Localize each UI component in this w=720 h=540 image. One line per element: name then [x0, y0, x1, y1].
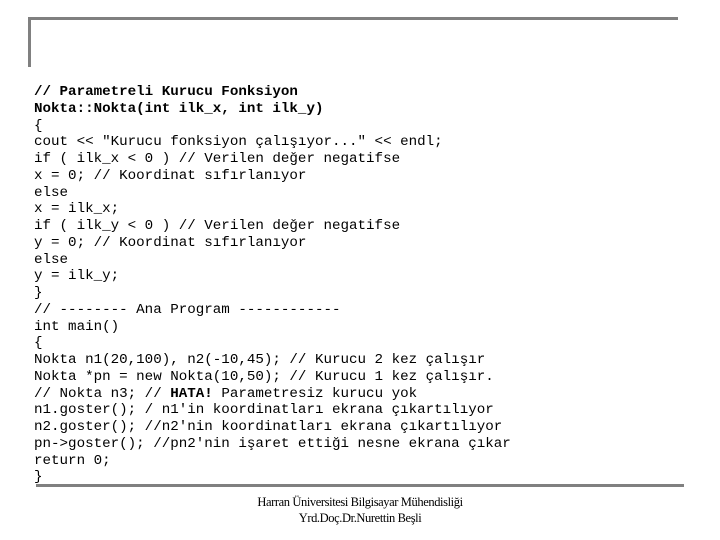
code-line: Nokta n1(20,100), n2(-10,45); // Kurucu … [34, 352, 511, 369]
code-line: } [34, 285, 511, 302]
code-line: if ( ilk_x < 0 ) // Verilen değer negati… [34, 151, 511, 168]
code-segment: y = 0; // Koordinat sıfırlanıyor [34, 234, 307, 251]
code-line: // Nokta n3; // HATA! Parametresiz kuruc… [34, 386, 511, 403]
code-segment: if ( ilk_y < 0 ) // Verilen değer negati… [34, 218, 401, 234]
code-line: n2.goster(); //n2'nin koordinatları ekra… [34, 419, 511, 436]
footer-institution: Harran Üniversitesi Bilgisayar Mühendisl… [257, 495, 463, 509]
code-segment: x = 0; // Koordinat sıfırlanıyor [34, 167, 307, 184]
code-segment: Nokta n1(20,100), n2(-10,45); // Kurucu … [34, 352, 486, 368]
code-segment: else [34, 251, 69, 268]
code-line: // -------- Ana Program ------------ [34, 302, 511, 319]
code-line: else [34, 252, 511, 269]
footer-author: Yrd.Doç.Dr.Nurettin Beşli [298, 511, 422, 525]
code-line: int main() [34, 319, 511, 336]
code-segment-bold: HATA! [170, 385, 213, 402]
code-line: y = ilk_y; [34, 268, 511, 285]
code-line: x = ilk_x; [34, 201, 511, 218]
code-segment: n1.goster(); / n1'in koordinatları ekran… [34, 402, 494, 419]
code-segment: } [34, 469, 43, 486]
code-line: x = 0; // Koordinat sıfırlanıyor [34, 168, 511, 185]
code-segment: cout << "Kurucu fonksiyon çalışıyor..." … [34, 134, 443, 151]
code-segment: int main() [34, 318, 120, 335]
code-line: // Parametreli Kurucu Fonksiyon [34, 84, 511, 101]
slide-footer: Harran Üniversitesi Bilgisayar Mühendisl… [0, 494, 720, 526]
code-line: Nokta *pn = new Nokta(10,50); // Kurucu … [34, 369, 511, 386]
slide-frame-top-rule [28, 17, 678, 20]
code-line: y = 0; // Koordinat sıfırlanıyor [34, 235, 511, 252]
code-line: pn->goster(); //pn2'nin işaret ettiği ne… [34, 436, 511, 453]
code-segment-bold: Nokta::Nokta(int ilk_x, int ilk_y) [34, 100, 324, 117]
code-segment: { [34, 335, 43, 352]
code-line: { [34, 118, 511, 135]
code-segment: } [34, 285, 43, 301]
code-segment-bold: // Parametreli Kurucu Fonksiyon [34, 84, 298, 100]
code-line: else [34, 185, 511, 202]
code-segment: { [34, 117, 43, 134]
code-segment: Nokta *pn = new Nokta(10,50); // Kurucu … [34, 368, 494, 385]
code-line: { [34, 335, 511, 352]
code-segment: Parametresiz kurucu yok [212, 385, 418, 402]
code-segment: // -------- Ana Program ------------ [34, 301, 341, 318]
code-segment: return 0; [34, 452, 111, 469]
code-line: return 0; [34, 453, 511, 470]
code-line: n1.goster(); / n1'in koordinatları ekran… [34, 402, 511, 419]
code-line: cout << "Kurucu fonksiyon çalışıyor..." … [34, 134, 511, 151]
code-line: Nokta::Nokta(int ilk_x, int ilk_y) [34, 101, 511, 118]
code-line: if ( ilk_y < 0 ) // Verilen değer negati… [34, 218, 511, 235]
code-segment: pn->goster(); //pn2'nin işaret ettiği ne… [34, 435, 511, 452]
slide-frame-bottom-rule [36, 484, 684, 487]
code-segment: else [34, 184, 69, 201]
code-segment: // Nokta n3; // [34, 385, 171, 402]
code-segment: y = ilk_y; [34, 268, 120, 285]
code-segment: x = ilk_x; [34, 201, 120, 218]
slide-frame-left-rule [28, 17, 31, 67]
code-segment: n2.goster(); //n2'nin koordinatları ekra… [34, 419, 503, 435]
code-block: // Parametreli Kurucu Fonksiyon Nokta::No… [34, 84, 511, 486]
code-segment: if ( ilk_x < 0 ) // Verilen değer negati… [34, 151, 401, 167]
